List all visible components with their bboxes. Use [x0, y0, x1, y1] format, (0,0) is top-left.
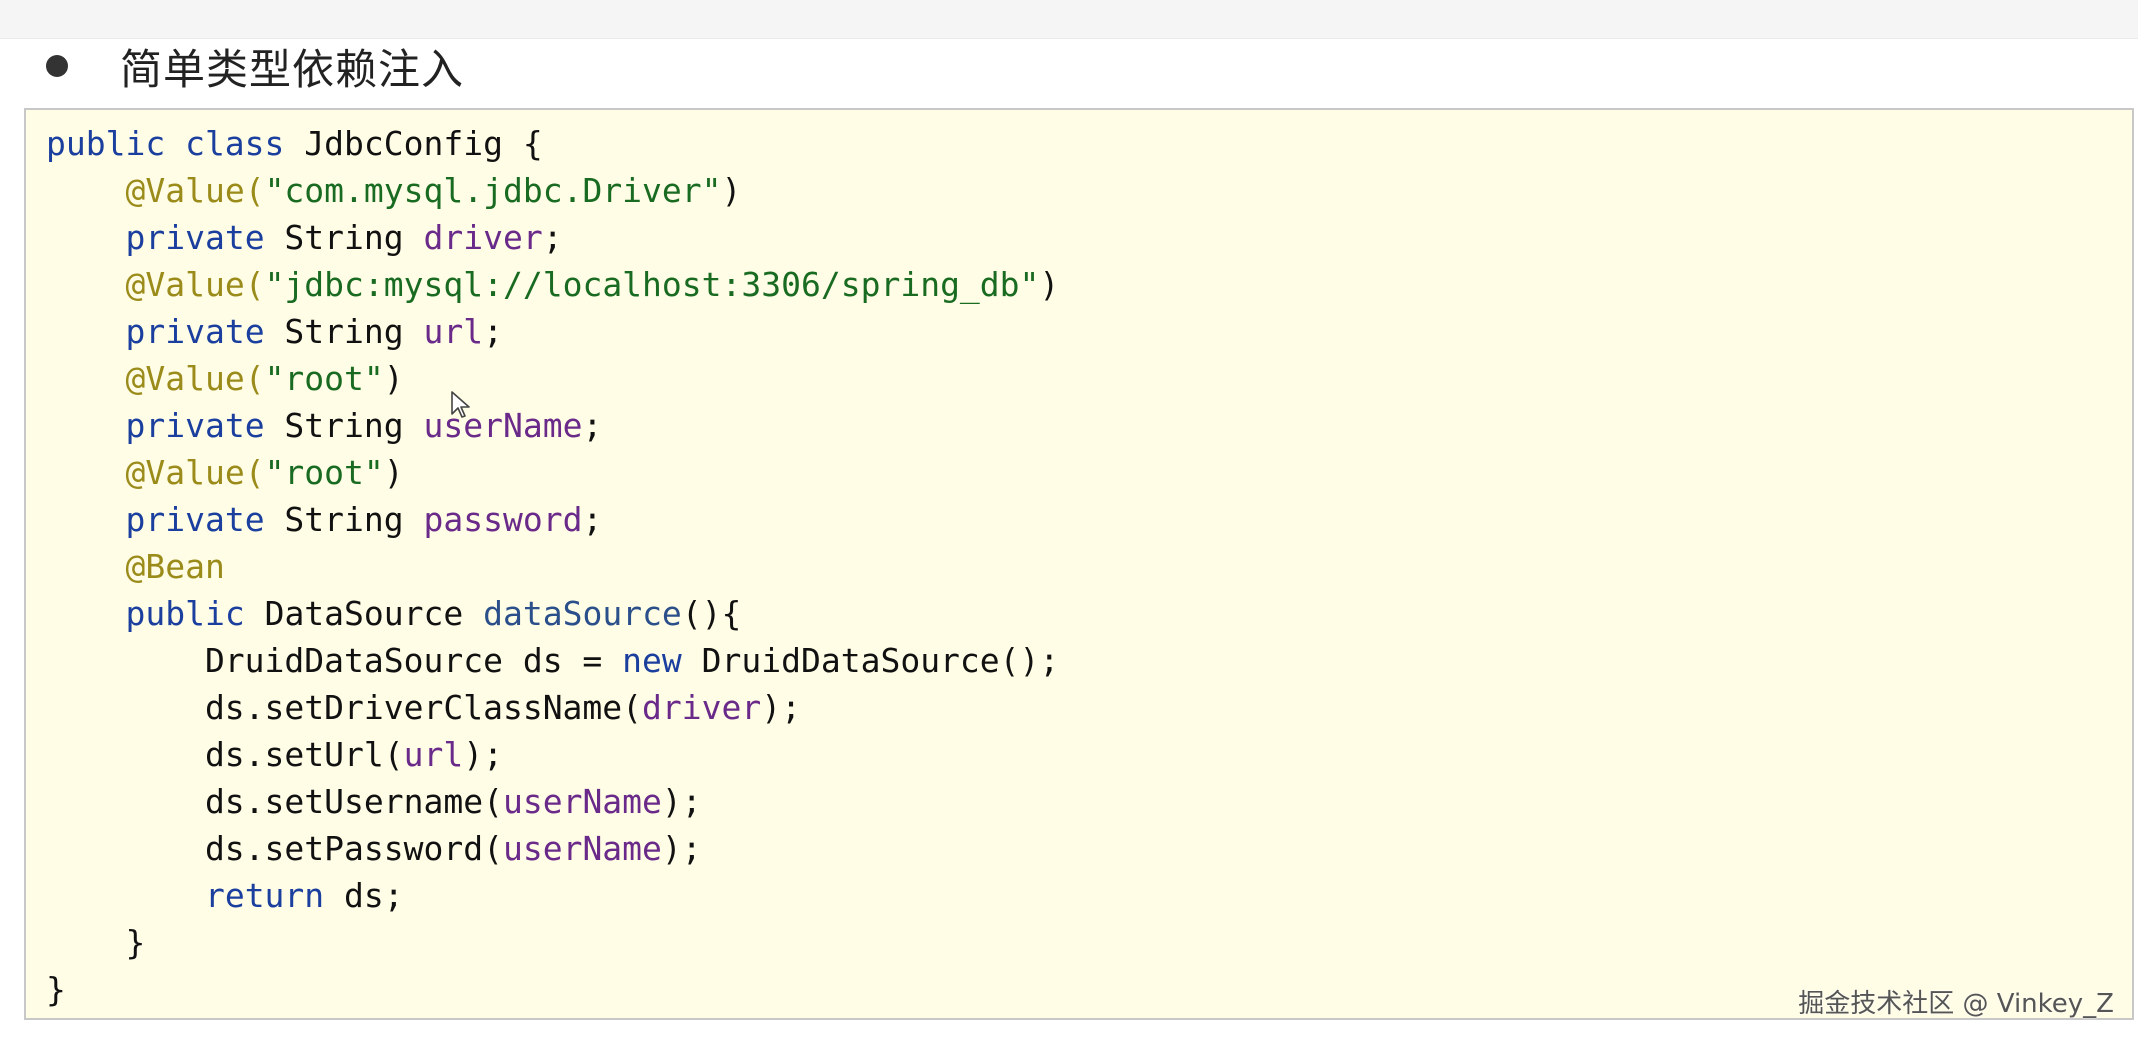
- code-token: "com.mysql.jdbc.Driver": [264, 171, 722, 210]
- code-token: ds.setUrl(: [46, 735, 404, 774]
- code-line: @Value("root"): [46, 449, 1059, 496]
- code-token: @Value(: [125, 171, 265, 210]
- code-token: (){: [681, 594, 742, 633]
- code-token: ds.setUsername(: [46, 782, 503, 821]
- code-token: DruidDataSource();: [681, 641, 1060, 680]
- mouse-pointer-icon: [451, 391, 470, 418]
- code-token: url: [423, 312, 484, 351]
- code-token: JdbcConfig {: [284, 124, 543, 163]
- code-block: public class JdbcConfig { @Value("com.my…: [46, 120, 1059, 1013]
- code-line: return ds;: [46, 872, 1059, 919]
- code-token: ds;: [324, 876, 404, 915]
- code-token: );: [463, 735, 503, 774]
- code-token: }: [46, 923, 146, 962]
- code-line: @Value("com.mysql.jdbc.Driver"): [46, 167, 1059, 214]
- code-token: private: [125, 500, 265, 539]
- code-line: private String password;: [46, 496, 1059, 543]
- code-line: @Value("jdbc:mysql://localhost:3306/spri…: [46, 261, 1059, 308]
- bullet-dot-icon: [46, 55, 68, 77]
- code-token: "jdbc:mysql://localhost:3306/spring_db": [264, 265, 1040, 304]
- code-token: ;: [582, 500, 603, 539]
- code-line: private String userName;: [46, 402, 1059, 449]
- code-token: @Value(: [125, 265, 265, 304]
- code-line: private String url;: [46, 308, 1059, 355]
- code-line: ds.setPassword(userName);: [46, 825, 1059, 872]
- code-line: }: [46, 919, 1059, 966]
- code-line: @Value("root"): [46, 355, 1059, 402]
- code-line: public class JdbcConfig {: [46, 120, 1059, 167]
- code-line: ds.setUrl(url);: [46, 731, 1059, 778]
- code-token: private: [125, 406, 265, 445]
- code-token: public class: [46, 124, 285, 163]
- code-line: @Bean: [46, 543, 1059, 590]
- section-heading: 简单类型依赖注入: [46, 36, 464, 96]
- code-token: String: [264, 500, 424, 539]
- code-token: public: [125, 594, 245, 633]
- code-line: ds.setUsername(userName);: [46, 778, 1059, 825]
- code-token: ds.setDriverClassName(: [46, 688, 643, 727]
- code-token: DataSource: [244, 594, 484, 633]
- code-line: private String driver;: [46, 214, 1059, 261]
- code-token: DruidDataSource ds =: [46, 641, 623, 680]
- code-token: }: [46, 970, 66, 1009]
- code-token: ): [383, 359, 404, 398]
- code-line: public DataSource dataSource(){: [46, 590, 1059, 637]
- code-token: String: [264, 218, 424, 257]
- code-token: return: [204, 876, 325, 915]
- code-token: userName: [423, 406, 583, 445]
- code-token: new: [622, 641, 682, 680]
- code-line: DruidDataSource ds = new DruidDataSource…: [46, 637, 1059, 684]
- top-bar: [0, 0, 2138, 39]
- code-token: );: [661, 829, 702, 868]
- code-token: );: [661, 782, 702, 821]
- code-token: @Value(: [125, 453, 265, 492]
- code-token: @Value(: [125, 359, 265, 398]
- code-token: private: [125, 218, 265, 257]
- code-token: dataSource: [483, 594, 682, 633]
- code-panel: public class JdbcConfig { @Value("com.my…: [24, 108, 2134, 1020]
- code-token: "root": [264, 453, 384, 492]
- code-token: "root": [264, 359, 384, 398]
- heading-title: 简单类型依赖注入: [120, 44, 465, 94]
- code-token: ;: [542, 218, 563, 257]
- code-token: String: [264, 406, 424, 445]
- code-token: );: [761, 688, 801, 727]
- code-token: ): [721, 171, 742, 210]
- code-token: String: [264, 312, 424, 351]
- watermark: 掘金技术社区 @ Vinkey_Z: [1798, 989, 2114, 1019]
- code-token: driver: [642, 688, 762, 727]
- code-token: ): [1039, 265, 1060, 304]
- code-token: ;: [582, 406, 603, 445]
- code-token: @Bean: [125, 547, 225, 586]
- code-token: url: [403, 735, 464, 774]
- code-token: userName: [502, 782, 662, 821]
- code-token: password: [423, 500, 583, 539]
- code-token: private: [125, 312, 265, 351]
- code-token: userName: [502, 829, 662, 868]
- code-token: ): [383, 453, 404, 492]
- code-line: }: [46, 966, 1059, 1013]
- code-token: ds.setPassword(: [46, 829, 503, 868]
- code-token: ;: [483, 312, 503, 351]
- code-token: driver: [423, 218, 543, 257]
- code-line: ds.setDriverClassName(driver);: [46, 684, 1059, 731]
